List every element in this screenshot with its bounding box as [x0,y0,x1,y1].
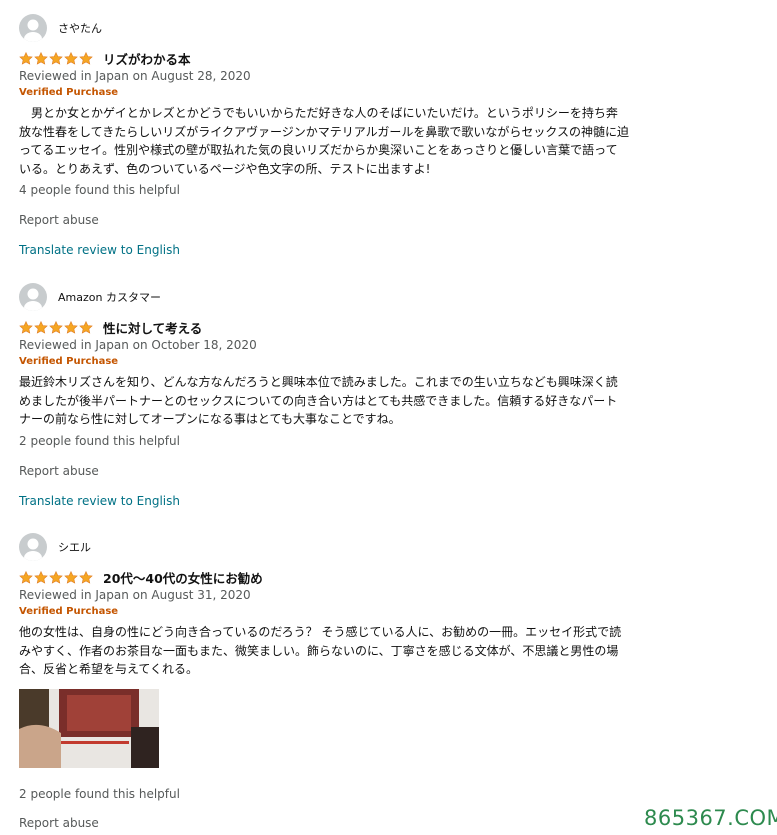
star-icon [79,51,93,65]
avatar [19,14,47,42]
star-icon [49,570,63,584]
star-icon [64,570,78,584]
star-icon [34,51,48,65]
star-icon [34,570,48,584]
review-title[interactable]: 20代～40代の女性にお勧め [103,568,263,587]
star-icon [64,51,78,65]
translate-review-link[interactable]: Translate review to English [19,494,639,511]
star-icon [79,570,93,584]
review-title[interactable]: 性に対して考える [103,318,202,337]
star-rating[interactable] [19,570,93,584]
reviewer-profile[interactable]: Amazon カスタマー [19,283,639,311]
review-card: Amazon カスタマー 性に対して考える Reviewed in Japan … [19,283,639,511]
reviewer-profile[interactable]: さやたん [19,14,639,42]
star-icon [19,570,33,584]
helpful-count: 4 people found this helpful [19,183,180,197]
star-icon [49,51,63,65]
star-icon [19,320,33,334]
review-date: Reviewed in Japan on August 28, 2020 [19,69,251,83]
helpful-count: 2 people found this helpful [19,433,180,448]
star-icon [19,51,33,65]
review-date: Reviewed in Japan on August 31, 2020 [19,588,251,602]
review-body: 最近鈴木リズさんを知り、どんな方なんだろうと興味本位で読みました。これまでの生い… [19,375,618,426]
reviewer-name: Amazon カスタマー [58,291,161,304]
verified-purchase-badge[interactable]: Verified Purchase [19,606,639,621]
translate-review-link[interactable]: Translate review to English [19,243,639,260]
review-card: さやたん リズがわかる本 Reviewed in Japan on August… [19,14,639,260]
review-date: Reviewed in Japan on October 18, 2020 [19,338,257,352]
reviewer-name: さやたん [58,22,102,35]
star-icon [34,320,48,334]
review-body: 他の女性は、自身の性にどう向き合っているのだろう？ そう感じている人に、お勧めの… [19,625,622,676]
star-rating[interactable] [19,51,93,65]
watermark: 865367.COM [644,806,777,830]
verified-purchase-badge[interactable]: Verified Purchase [19,87,639,102]
star-rating[interactable] [19,320,93,334]
report-abuse-link[interactable]: Report abuse [19,816,639,833]
verified-purchase-badge[interactable]: Verified Purchase [19,356,639,371]
review-title[interactable]: リズがわかる本 [103,49,191,68]
helpful-count: 2 people found this helpful [19,786,180,801]
avatar [19,283,47,311]
star-icon [79,320,93,334]
review-body: 男とか女とかゲイとかレズとかどうでもいいからただ好きな人のそばにいたいだけ。とい… [19,106,629,176]
star-icon [64,320,78,334]
report-abuse-link[interactable]: Report abuse [19,213,639,230]
reviewer-profile[interactable]: シエル [19,533,639,561]
review-photo[interactable] [19,688,159,768]
avatar [19,533,47,561]
star-icon [49,320,63,334]
reviewer-name: シエル [58,541,91,554]
report-abuse-link[interactable]: Report abuse [19,464,639,481]
review-card: シエル 20代～40代の女性にお勧め Reviewed in Japan on … [19,533,639,833]
